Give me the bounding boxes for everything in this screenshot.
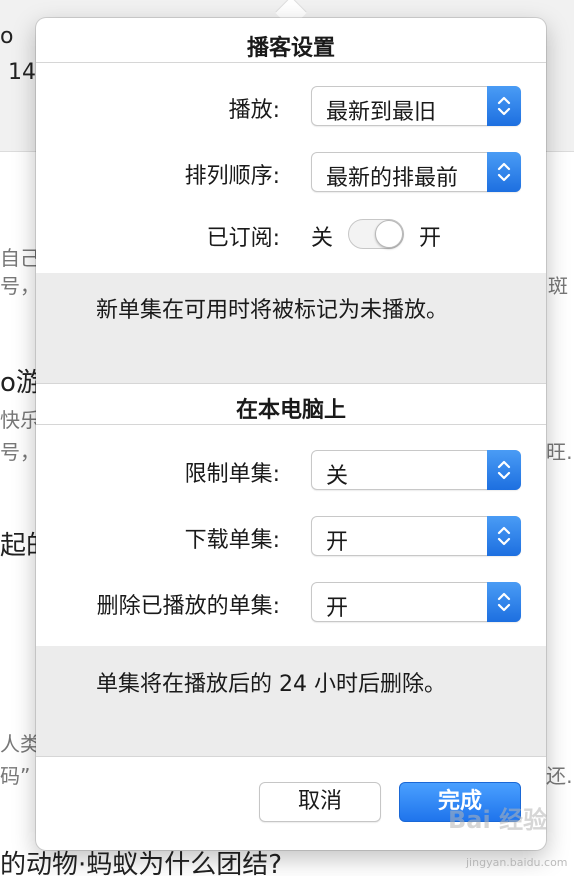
new-episode-note: 新单集在可用时将被标记为未播放。 bbox=[36, 273, 546, 383]
play-select[interactable]: 最新到最旧 bbox=[311, 86, 521, 126]
section-divider bbox=[36, 383, 546, 384]
baidu-watermark: Bai 经验 bbox=[448, 806, 548, 834]
toggle-off-label: 关 bbox=[311, 226, 334, 251]
play-label: 播放: bbox=[228, 98, 280, 123]
limit-episodes-select[interactable]: 关 bbox=[311, 450, 521, 490]
section-divider bbox=[36, 424, 546, 425]
background-line: 旺… bbox=[546, 440, 574, 464]
download-episodes-select[interactable]: 开 bbox=[311, 516, 521, 556]
subscribed-toggle[interactable] bbox=[348, 219, 404, 249]
up-down-arrows-icon bbox=[487, 450, 521, 490]
title-divider bbox=[36, 62, 546, 63]
background-line: 还… bbox=[546, 764, 574, 788]
sort-order-label: 排列顺序: bbox=[184, 164, 280, 189]
download-episodes-label: 下载单集: bbox=[184, 528, 280, 553]
play-select-value: 最新到最旧 bbox=[326, 100, 437, 125]
limit-episodes-select-value: 关 bbox=[326, 464, 349, 489]
background-line: 人类 bbox=[0, 732, 40, 756]
baidu-watermark-url: jingyan.baidu.com bbox=[466, 856, 568, 869]
background-line: 斑 bbox=[548, 274, 568, 298]
up-down-arrows-icon bbox=[487, 86, 521, 126]
delete-note-text: 单集将在播放后的 24 小时后删除。 bbox=[96, 672, 446, 697]
limit-episodes-label: 限制单集: bbox=[184, 462, 280, 487]
download-episodes-select-value: 开 bbox=[326, 530, 349, 555]
background-header-line: o bbox=[0, 24, 14, 49]
up-down-arrows-icon bbox=[487, 516, 521, 556]
delete-played-label: 删除已播放的单集: bbox=[96, 594, 280, 619]
sort-order-select[interactable]: 最新的排最前 bbox=[311, 152, 521, 192]
new-episode-note-text: 新单集在可用时将被标记为未播放。 bbox=[96, 298, 449, 323]
background-line: 号， bbox=[0, 440, 40, 464]
section-title-this-computer: 在本电脑上 bbox=[235, 398, 346, 423]
cancel-button[interactable]: 取消 bbox=[259, 782, 381, 822]
sort-order-select-value: 最新的排最前 bbox=[326, 166, 459, 191]
background-line: 快乐 bbox=[0, 408, 40, 432]
delete-played-select[interactable]: 开 bbox=[311, 582, 521, 622]
background-line: 码” bbox=[0, 764, 31, 788]
podcast-settings-popover: 播客设置 播放: 最新到最旧 排列顺序: 最新的排最前 已订阅: 关 开 新单集… bbox=[36, 18, 546, 850]
delete-played-select-value: 开 bbox=[326, 596, 349, 621]
background-line: 号， bbox=[0, 274, 40, 298]
subscribed-label: 已订阅: bbox=[206, 226, 280, 251]
up-down-arrows-icon bbox=[487, 152, 521, 192]
toggle-on-label: 开 bbox=[419, 226, 442, 251]
toggle-knob bbox=[375, 220, 403, 248]
footer-divider bbox=[36, 756, 546, 757]
delete-note: 单集将在播放后的 24 小时后删除。 bbox=[36, 646, 546, 756]
popover-title: 播客设置 bbox=[246, 36, 335, 61]
up-down-arrows-icon bbox=[487, 582, 521, 622]
